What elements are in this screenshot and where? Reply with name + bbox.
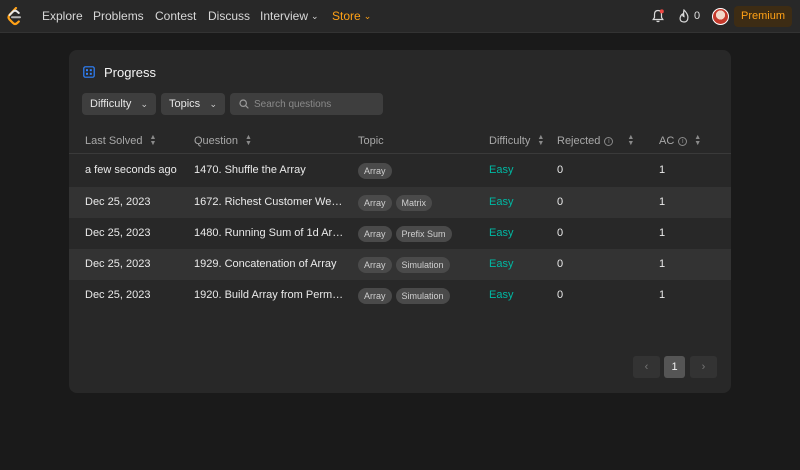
nav-explore[interactable]: Explore — [42, 0, 83, 33]
table-row[interactable]: Dec 25, 2023 1672. Richest Customer Weal… — [69, 187, 731, 218]
column-question[interactable]: Question ▲ ▼ — [194, 128, 252, 154]
table-row[interactable]: Dec 25, 2023 1929. Concatenation of Arra… — [69, 249, 731, 280]
progress-card: Progress Difficulty ⌄ Topics ⌄ Last Solv… — [69, 50, 731, 393]
chevron-right-icon: › — [701, 361, 706, 373]
ac-cell: 1 — [659, 196, 666, 208]
progress-icon — [83, 66, 95, 78]
column-rejected[interactable]: Rejected i ▲ ▼ — [557, 128, 634, 154]
nav-store[interactable]: Store ⌄ — [332, 0, 371, 33]
difficulty-filter-label: Difficulty — [90, 98, 132, 110]
topic-tags: Array Simulation — [358, 280, 450, 311]
nav-store-label: Store — [332, 9, 361, 23]
ac-cell: 1 — [659, 258, 666, 270]
column-label: AC — [659, 135, 675, 147]
page-number-button[interactable]: 1 — [664, 356, 685, 378]
next-page-button[interactable]: › — [690, 356, 717, 378]
topic-tag[interactable]: Simulation — [395, 287, 450, 304]
streak-flame-icon[interactable] — [678, 9, 690, 23]
table-row[interactable]: Dec 25, 2023 1920. Build Array from Perm… — [69, 280, 731, 311]
nav-contest[interactable]: Contest — [155, 0, 196, 33]
search-box — [230, 93, 383, 115]
avatar[interactable] — [712, 8, 729, 25]
sort-icon: ▲ ▼ — [245, 134, 252, 148]
topic-tag[interactable]: Array — [358, 287, 392, 304]
column-topic: Topic — [358, 128, 384, 154]
question-link[interactable]: 1470. Shuffle the Array — [194, 155, 344, 186]
last-solved-cell: Dec 25, 2023 — [85, 258, 151, 270]
column-ac[interactable]: AC i ▲ ▼ — [659, 128, 701, 154]
search-icon — [239, 99, 249, 109]
nav-interview-label: Interview — [260, 9, 309, 23]
notification-bell-icon[interactable] — [652, 9, 664, 23]
ac-cell: 1 — [659, 289, 666, 301]
rejected-cell: 0 — [557, 289, 564, 301]
table-row[interactable]: a few seconds ago 1470. Shuffle the Arra… — [69, 155, 731, 186]
nav-interview[interactable]: Interview ⌄ — [260, 0, 319, 33]
topic-tag[interactable]: Array — [358, 162, 392, 179]
rejected-cell: 0 — [557, 164, 564, 176]
sort-icon: ▲ ▼ — [149, 134, 157, 148]
sort-icon: ▲ ▼ — [537, 134, 545, 148]
topic-tag[interactable]: Simulation — [395, 256, 450, 273]
sort-icon: ▲ ▼ — [627, 134, 635, 148]
chevron-down-icon: ⌄ — [363, 11, 372, 21]
nav-discuss[interactable]: Discuss — [208, 0, 250, 33]
sort-icon: ▲ ▼ — [694, 134, 702, 148]
last-solved-cell: Dec 25, 2023 — [85, 227, 151, 239]
difficulty-cell: Easy — [489, 164, 514, 176]
difficulty-cell: Easy — [489, 196, 514, 208]
topics-filter-label: Topics — [169, 98, 201, 110]
topic-tag[interactable]: Prefix Sum — [395, 225, 452, 242]
chevron-down-icon: ⌄ — [140, 99, 148, 109]
ac-cell: 1 — [659, 164, 666, 176]
difficulty-cell: Easy — [489, 258, 514, 270]
difficulty-cell: Easy — [489, 289, 514, 301]
difficulty-cell: Easy — [489, 227, 514, 239]
search-input[interactable] — [254, 93, 379, 115]
table-header: Last Solved ▲ ▼ Question ▲ ▼ Topic Difficult… — [69, 128, 731, 154]
column-label: Difficulty — [489, 135, 531, 147]
page-title: Progress — [104, 65, 157, 80]
question-link[interactable]: 1672. Richest Customer Wealth — [194, 187, 344, 218]
question-link[interactable]: 1920. Build Array from Permuta... — [194, 280, 344, 311]
column-label: Topic — [358, 135, 384, 147]
prev-page-button[interactable]: ‹ — [633, 356, 660, 378]
topic-tags: Array Prefix Sum — [358, 218, 452, 249]
topic-tag[interactable]: Array — [358, 194, 392, 211]
nav-problems[interactable]: Problems — [93, 0, 144, 33]
topic-tags: Array Matrix — [358, 187, 433, 218]
last-solved-cell: Dec 25, 2023 — [85, 289, 151, 301]
rejected-cell: 0 — [557, 258, 564, 270]
column-last-solved[interactable]: Last Solved ▲ ▼ — [85, 128, 156, 154]
topic-tags: Array — [358, 155, 392, 186]
column-label: Question — [194, 135, 239, 147]
topic-tag[interactable]: Matrix — [395, 194, 433, 211]
topics-filter[interactable]: Topics ⌄ — [161, 93, 225, 115]
info-icon[interactable]: i — [604, 136, 614, 146]
ac-cell: 1 — [659, 227, 666, 239]
last-solved-cell: a few seconds ago — [85, 164, 177, 176]
leetcode-logo-icon[interactable] — [6, 7, 22, 26]
last-solved-cell: Dec 25, 2023 — [85, 196, 151, 208]
topic-tag[interactable]: Array — [358, 256, 392, 273]
table-row[interactable]: Dec 25, 2023 1480. Running Sum of 1d Arr… — [69, 218, 731, 249]
difficulty-filter[interactable]: Difficulty ⌄ — [82, 93, 156, 115]
column-difficulty[interactable]: Difficulty ▲ ▼ — [489, 128, 544, 154]
info-icon[interactable]: i — [678, 136, 688, 146]
question-link[interactable]: 1480. Running Sum of 1d Array — [194, 218, 344, 249]
topic-tags: Array Simulation — [358, 249, 450, 280]
question-link[interactable]: 1929. Concatenation of Array — [194, 249, 344, 280]
premium-button[interactable]: Premium — [734, 6, 792, 27]
chevron-down-icon: ⌄ — [311, 11, 319, 21]
top-nav: Explore Problems Contest Discuss Intervi… — [0, 0, 800, 33]
streak-count: 0 — [694, 10, 701, 22]
column-label: Last Solved — [85, 135, 143, 147]
chevron-left-icon: ‹ — [644, 361, 649, 373]
column-label: Rejected — [557, 135, 601, 147]
chevron-down-icon: ⌄ — [209, 99, 217, 109]
rejected-cell: 0 — [557, 196, 564, 208]
topic-tag[interactable]: Array — [358, 225, 392, 242]
rejected-cell: 0 — [557, 227, 564, 239]
